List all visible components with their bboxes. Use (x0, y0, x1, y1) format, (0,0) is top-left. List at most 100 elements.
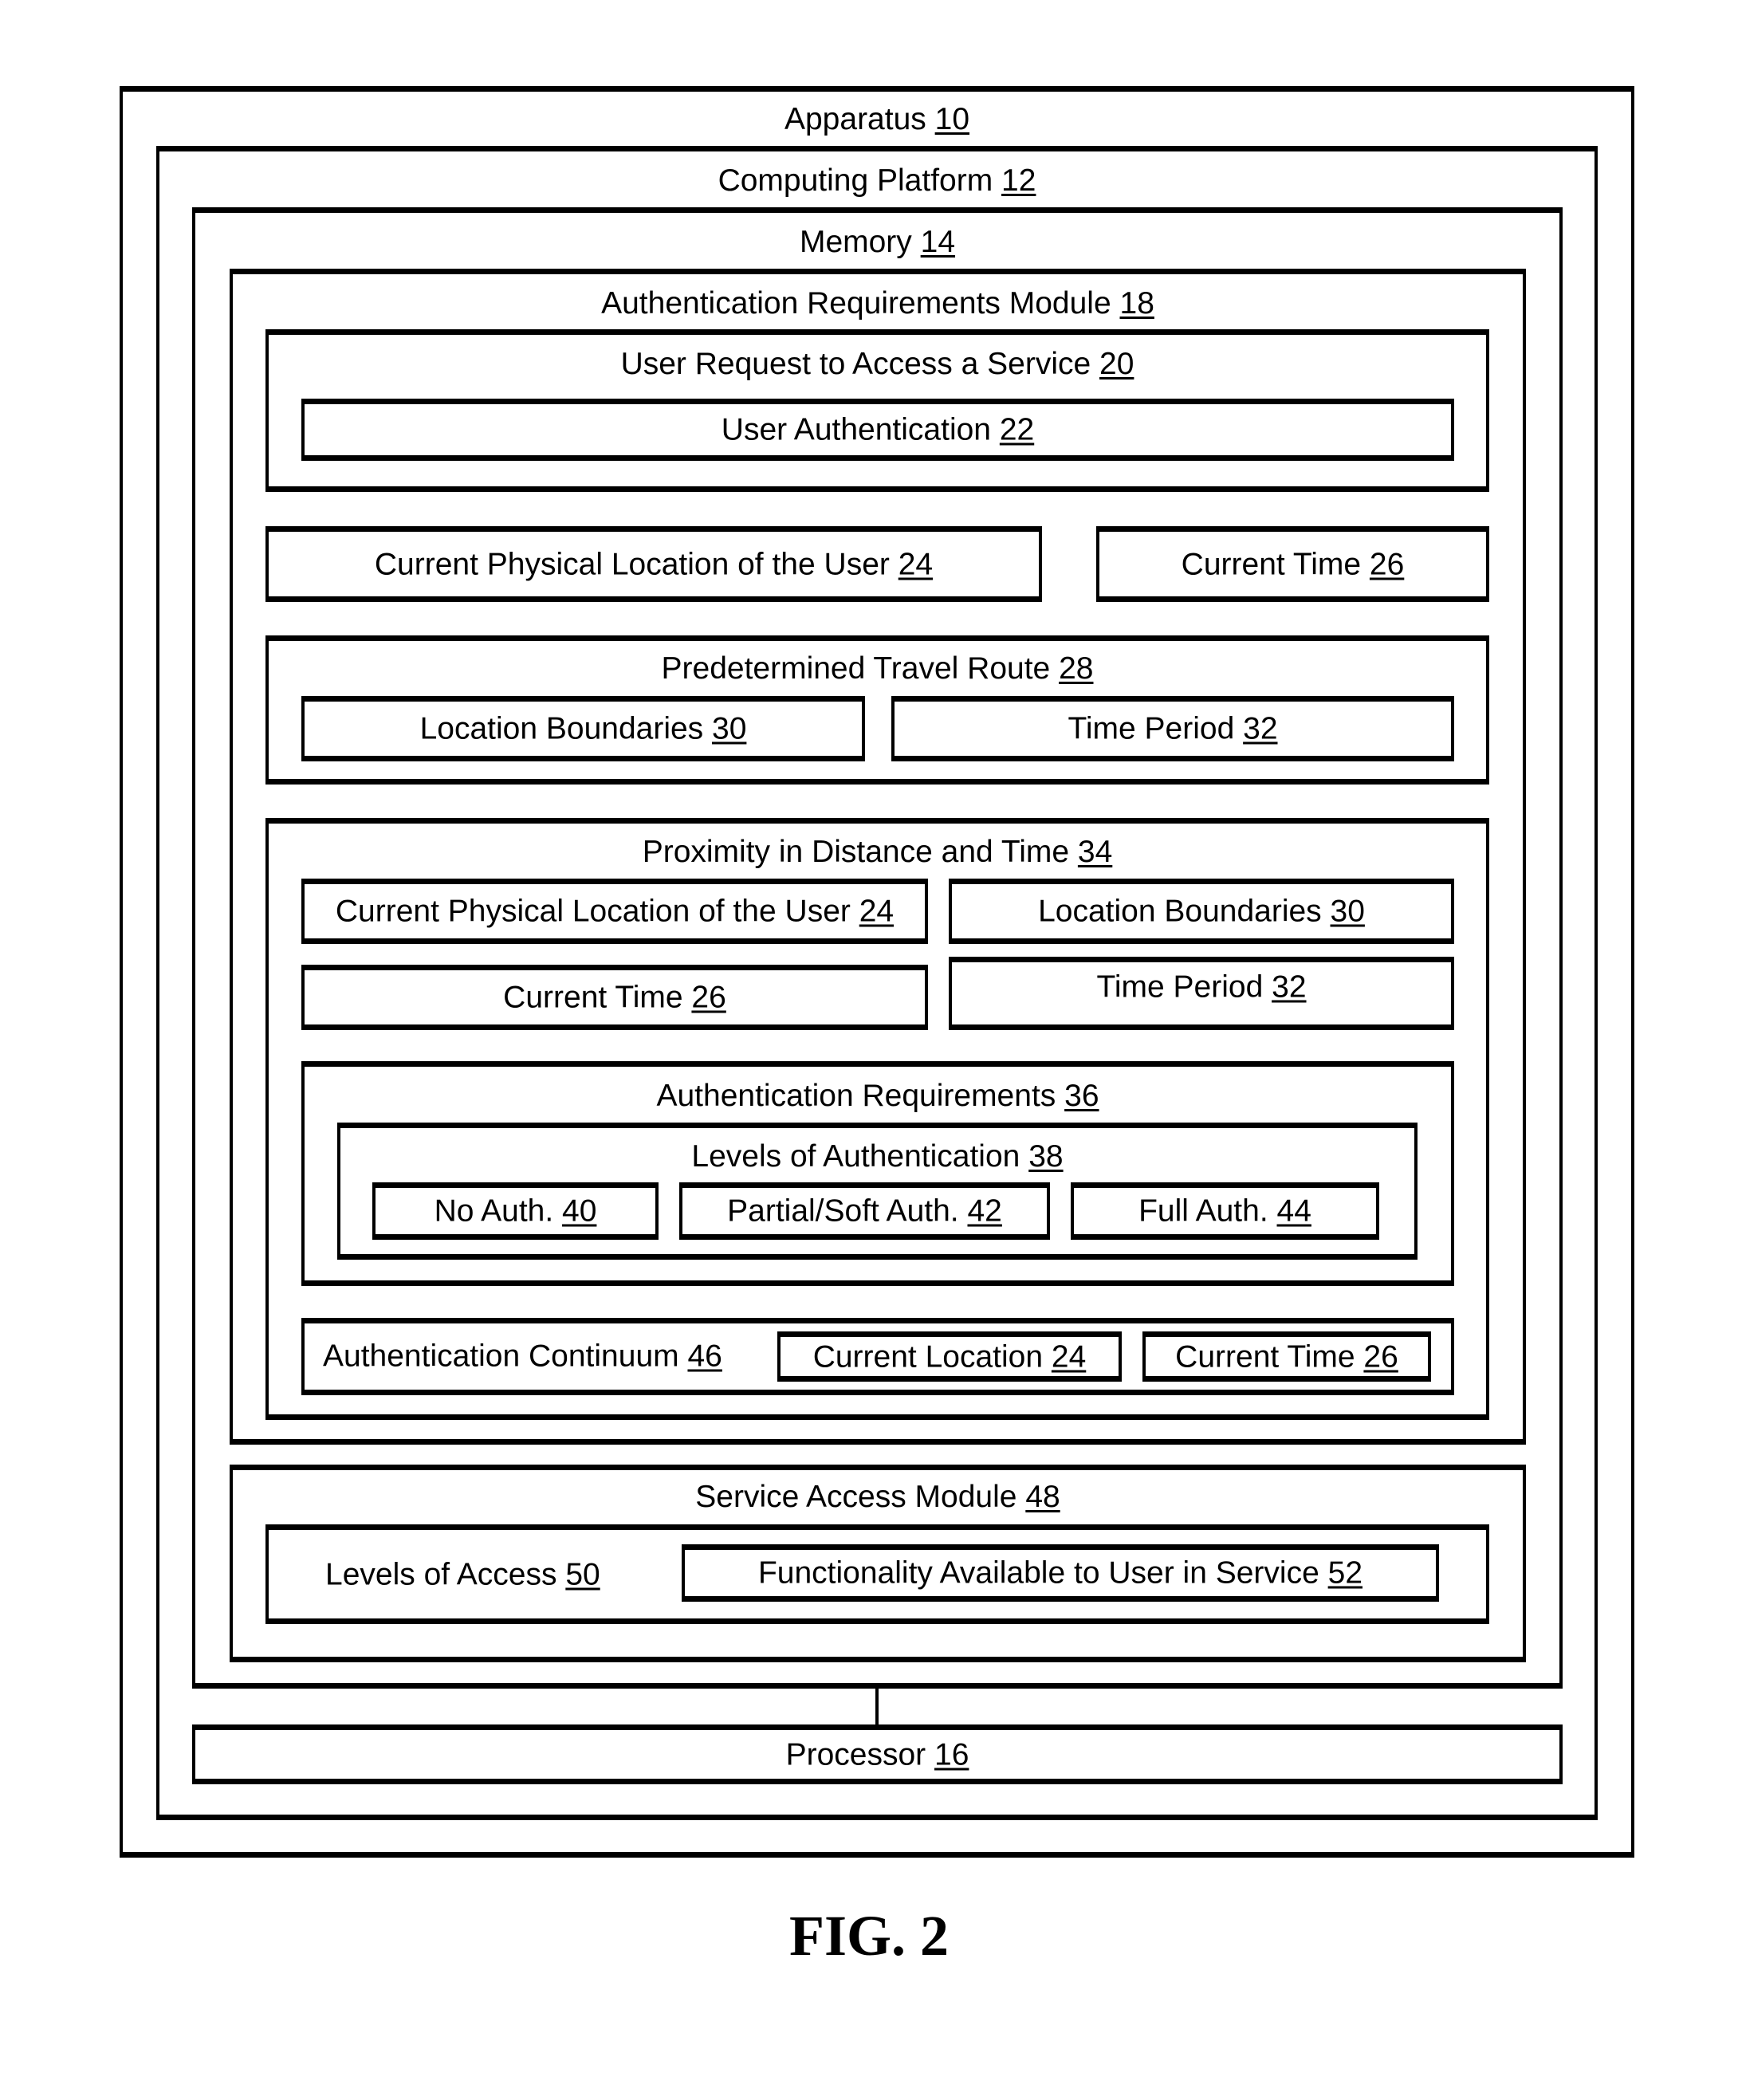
partial-auth-label: Partial/Soft Auth. 42 (682, 1196, 1047, 1227)
travel-location-boundaries-ref: 30 (712, 711, 747, 746)
auth-requirements-label: Authentication Requirements 36 (301, 1080, 1454, 1111)
memory-ref: 14 (920, 225, 956, 259)
levels-of-auth-title: Levels of Authentication (691, 1139, 1020, 1174)
travel-route-label: Predetermined Travel Route 28 (265, 653, 1489, 684)
prox-time-period-label: Time Period 32 (952, 972, 1451, 1003)
prox-current-location-label: Current Physical Location of the User 24 (305, 896, 925, 927)
travel-route-title: Predetermined Travel Route (661, 651, 1051, 686)
full-auth-title: Full Auth. (1138, 1194, 1268, 1229)
current-time-label: Current Time 26 (1099, 549, 1486, 580)
levels-of-access-ref: 50 (565, 1557, 600, 1592)
prox-location-boundaries-label: Location Boundaries 30 (952, 896, 1451, 927)
prox-current-time-box: Current Time 26 (301, 965, 928, 1030)
processor-box: Processor 16 (192, 1724, 1563, 1784)
partial-auth-title: Partial/Soft Auth. (727, 1194, 959, 1229)
memory-processor-connector (875, 1687, 879, 1725)
prox-current-location-box: Current Physical Location of the User 24 (301, 879, 928, 944)
auth-req-module-title: Authentication Requirements Module (601, 286, 1111, 321)
functionality-box: Functionality Available to User in Servi… (682, 1544, 1439, 1602)
processor-ref: 16 (934, 1737, 969, 1772)
continuum-current-time-ref: 26 (1363, 1339, 1398, 1374)
levels-of-auth-label: Levels of Authentication 38 (337, 1141, 1418, 1172)
service-access-module-title: Service Access Module (695, 1480, 1017, 1514)
travel-location-boundaries-title: Location Boundaries (419, 711, 704, 746)
proximity-label: Proximity in Distance and Time 34 (265, 836, 1489, 867)
prox-time-period-box: Time Period 32 (949, 957, 1454, 1030)
travel-location-boundaries-box: Location Boundaries 30 (301, 696, 865, 761)
current-location-label: Current Physical Location of the User 24 (269, 549, 1039, 580)
auth-req-module-ref: 18 (1119, 286, 1154, 321)
full-auth-box: Full Auth. 44 (1071, 1182, 1379, 1240)
functionality-ref: 52 (1327, 1555, 1363, 1591)
user-auth-ref: 22 (999, 412, 1035, 447)
current-time-ref: 26 (1369, 547, 1405, 581)
processor-title: Processor (785, 1737, 926, 1772)
prox-time-period-title: Time Period (1096, 969, 1264, 1005)
apparatus-label: Apparatus 10 (120, 104, 1634, 135)
continuum-current-location-title: Current Location (812, 1339, 1044, 1374)
continuum-current-location-label: Current Location 24 (781, 1341, 1119, 1372)
functionality-label: Functionality Available to User in Servi… (685, 1558, 1436, 1589)
auth-continuum-ref: 46 (687, 1339, 722, 1374)
proximity-title: Proximity in Distance and Time (642, 835, 1070, 869)
service-access-module-label: Service Access Module 48 (230, 1481, 1526, 1512)
memory-title: Memory (799, 225, 912, 259)
computing-platform-title: Computing Platform (718, 163, 993, 198)
partial-auth-ref: 42 (967, 1194, 1002, 1229)
no-auth-box: No Auth. 40 (372, 1182, 659, 1240)
auth-continuum-label: Authentication Continuum 46 (323, 1341, 722, 1372)
figure-label: FIG. 2 (788, 1904, 949, 1968)
continuum-current-location-box: Current Location 24 (777, 1331, 1122, 1382)
auth-requirements-ref: 36 (1064, 1079, 1099, 1113)
user-auth-label: User Authentication 22 (305, 415, 1451, 446)
continuum-current-time-title: Current Time (1175, 1339, 1355, 1374)
user-request-label: User Request to Access a Service 20 (265, 348, 1489, 379)
travel-time-period-box: Time Period 32 (891, 696, 1454, 761)
prox-location-boundaries-title: Location Boundaries (1038, 894, 1322, 929)
levels-of-auth-ref: 38 (1028, 1139, 1064, 1174)
auth-req-module-label: Authentication Requirements Module 18 (230, 288, 1526, 319)
prox-location-boundaries-ref: 30 (1330, 894, 1365, 929)
prox-current-time-label: Current Time 26 (305, 982, 925, 1013)
prox-current-time-title: Current Time (503, 980, 683, 1015)
proximity-ref: 34 (1077, 835, 1113, 869)
levels-of-access-label: Levels of Access 50 (325, 1559, 600, 1591)
no-auth-ref: 40 (562, 1194, 597, 1229)
functionality-title: Functionality Available to User in Servi… (757, 1555, 1319, 1591)
travel-time-period-title: Time Period (1068, 711, 1235, 746)
prox-current-location-ref: 24 (859, 894, 895, 929)
user-auth-box: User Authentication 22 (301, 399, 1454, 461)
prox-current-time-ref: 26 (691, 980, 726, 1015)
auth-continuum-title: Authentication Continuum (323, 1339, 679, 1374)
travel-location-boundaries-label: Location Boundaries 30 (305, 714, 862, 745)
no-auth-title: No Auth. (434, 1194, 554, 1229)
partial-auth-box: Partial/Soft Auth. 42 (679, 1182, 1050, 1240)
levels-of-access-title: Levels of Access (325, 1557, 557, 1592)
user-request-ref: 20 (1099, 347, 1134, 381)
apparatus-ref: 10 (934, 102, 970, 136)
auth-requirements-title: Authentication Requirements (656, 1079, 1056, 1113)
computing-platform-label: Computing Platform 12 (156, 165, 1598, 196)
prox-location-boundaries-box: Location Boundaries 30 (949, 879, 1454, 944)
full-auth-ref: 44 (1276, 1194, 1311, 1229)
apparatus-title: Apparatus (784, 102, 926, 136)
current-location-ref: 24 (898, 547, 934, 581)
full-auth-label: Full Auth. 44 (1074, 1196, 1376, 1227)
current-time-title: Current Time (1181, 547, 1362, 581)
current-time-box: Current Time 26 (1096, 526, 1489, 602)
continuum-current-time-label: Current Time 26 (1146, 1341, 1428, 1372)
prox-current-location-title: Current Physical Location of the User (335, 894, 851, 929)
memory-label: Memory 14 (192, 226, 1563, 258)
processor-label: Processor 16 (195, 1739, 1559, 1770)
no-auth-label: No Auth. 40 (376, 1196, 655, 1227)
user-request-title: User Request to Access a Service (620, 347, 1091, 381)
continuum-current-location-ref: 24 (1051, 1339, 1087, 1374)
prox-time-period-ref: 32 (1272, 969, 1307, 1005)
continuum-current-time-box: Current Time 26 (1142, 1331, 1431, 1382)
travel-route-ref: 28 (1059, 651, 1094, 686)
user-auth-title: User Authentication (721, 412, 991, 447)
computing-platform-ref: 12 (1001, 163, 1036, 198)
travel-time-period-ref: 32 (1243, 711, 1278, 746)
current-location-title: Current Physical Location of the User (374, 547, 890, 581)
travel-time-period-label: Time Period 32 (895, 714, 1451, 745)
